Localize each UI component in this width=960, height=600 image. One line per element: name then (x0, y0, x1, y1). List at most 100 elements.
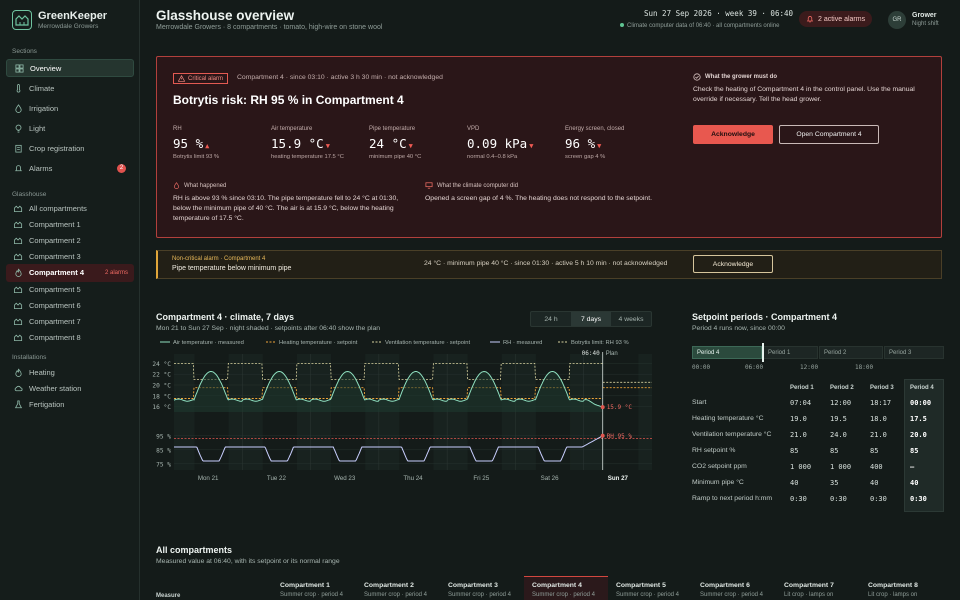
range-7-days[interactable]: 7 days (571, 312, 611, 326)
setpoint-cell[interactable]: 1 000 (790, 463, 811, 471)
range-4-weeks[interactable]: 4 weeks (611, 312, 651, 326)
setpoint-cell[interactable]: 1 000 (830, 463, 851, 471)
trend-arrow-icon: ▼ (408, 142, 413, 150)
compartment-column-header[interactable]: Compartment 3 (448, 582, 498, 589)
sidebar-item-compartment-7[interactable]: Compartment 7 (6, 312, 134, 330)
setpoint-cell[interactable]: 24.0 (830, 431, 847, 439)
metric-air-temperature: Air temperature 15.9 °C ▼ heating temperatu… (271, 126, 344, 160)
sidebar-item-label: Irrigation (29, 103, 59, 113)
timeline-period-2[interactable]: Period 2 (819, 346, 883, 359)
avatar[interactable]: GR (888, 11, 906, 29)
setpoint-cell[interactable]: 21.0 (790, 431, 807, 439)
sidebar-item-light[interactable]: Light (6, 119, 134, 137)
non-critical-alarm-card: Non-critical alarm · Compartment 4 Pipe … (156, 250, 942, 279)
setpoint-cell[interactable]: 85 (910, 447, 918, 455)
compartment-column-header[interactable]: Compartment 5 (616, 582, 666, 589)
sidebar: GreenKeeper Merrowdale Growers Sections … (0, 0, 140, 600)
setpoint-cell[interactable]: 85 (790, 447, 798, 455)
timeline-period-3[interactable]: Period 3 (884, 346, 944, 359)
setpoint-cell[interactable]: 0:30 (910, 495, 927, 503)
flame-icon (15, 368, 22, 377)
compartment-column-header[interactable]: Compartment 2 (364, 582, 414, 589)
range-24-h[interactable]: 24 h (531, 312, 571, 326)
period-column-header: Period 2 (830, 385, 854, 391)
timeline-time-label: 06:00 (745, 364, 764, 371)
alarm-count-badge: 2 (117, 163, 126, 173)
setpoint-cell[interactable]: 19.0 (790, 415, 807, 423)
brand-name: GreenKeeper (38, 10, 108, 22)
setpoint-cell[interactable]: 85 (830, 447, 838, 455)
timeline-now-marker (762, 343, 764, 362)
installations-heading: Installations (12, 354, 47, 361)
legend-item: Ventilation temperature · setpoint (372, 340, 470, 346)
plan-label: Plan (606, 351, 618, 357)
sidebar-item-alarms[interactable]: Alarms 2 (6, 159, 134, 177)
user-name: Grower (912, 12, 937, 19)
open-compartment-4-button[interactable]: Open Compartment 4 (779, 125, 879, 144)
sidebar-item-irrigation[interactable]: Irrigation (6, 99, 134, 117)
compartment-crop-state: Summer crop · period 4 (532, 592, 596, 598)
climate-computer-status-text: Climate computer data of 06:40 · all com… (627, 23, 780, 29)
setpoint-cell[interactable]: 18.0 (870, 415, 887, 423)
critical-alarm-card: Critical alarm Compartment 4 · since 03:… (156, 56, 942, 238)
now-label: 06:40 (582, 350, 600, 357)
chart-subtitle: Mon 21 to Sun 27 Sep · night shaded · se… (156, 325, 381, 332)
sidebar-item-compartment-8[interactable]: Compartment 8 (6, 329, 134, 347)
temp-tick-label: 18 °C (152, 392, 171, 400)
sidebar-item-overview[interactable]: Overview (6, 59, 134, 77)
compartment-column-header[interactable]: Compartment 6 (700, 582, 750, 589)
compartment-column-header[interactable]: Compartment 7 (784, 582, 834, 589)
setpoint-cell[interactable]: 00:00 (910, 399, 931, 407)
setpoint-cell[interactable]: 0:30 (870, 495, 887, 503)
setpoint-cell[interactable]: 12:00 (830, 399, 851, 407)
setpoint-cell[interactable]: 07:04 (790, 399, 811, 407)
timeline-period-4[interactable]: Period 4 (692, 346, 762, 359)
computer-did-heading: What the climate computer did (425, 182, 518, 189)
brand[interactable]: GreenKeeper Merrowdale Growers (12, 10, 107, 30)
setpoint-cell[interactable]: 40 (790, 479, 798, 487)
setpoint-row-label: Ventilation temperature °C (692, 431, 772, 438)
timeline-time-label: 12:00 (800, 364, 819, 371)
legend-label: Heating temperature · setpoint (279, 340, 358, 346)
trend-arrow-icon: ▼ (529, 142, 534, 150)
flame-icon (14, 253, 23, 261)
setpoint-cell[interactable]: 18:17 (870, 399, 891, 407)
sidebar-item-compartment-3[interactable]: Compartment 3 (6, 248, 134, 266)
active-alarms-button[interactable]: 2 active alarms (799, 11, 873, 27)
sidebar-item-crop-registration[interactable]: Crop registration (6, 139, 134, 157)
x-tick-label: Fri 25 (473, 475, 489, 482)
sidebar-item-label: Heating (29, 367, 55, 377)
setpoint-cell[interactable]: 40 (910, 479, 918, 487)
acknowledge-non-critical-button[interactable]: Acknowledge (693, 255, 773, 273)
period-column-header: Period 1 (790, 385, 814, 391)
setpoint-cell[interactable]: 20.0 (910, 431, 927, 439)
setpoint-cell[interactable]: 19.5 (830, 415, 847, 423)
setpoint-cell[interactable]: 0:30 (830, 495, 847, 503)
sidebar-item-compartment-2[interactable]: Compartment 2 (6, 231, 134, 249)
setpoint-cell[interactable]: 17.5 (910, 415, 927, 423)
legend-item: Botrytis limit: RH 93 % (558, 340, 629, 346)
setpoint-cell[interactable]: 85 (870, 447, 878, 455)
sidebar-item-fertigation[interactable]: Fertigation (6, 395, 134, 413)
setpoint-cell[interactable]: 0:30 (790, 495, 807, 503)
metric-value-row: 95 % ▲ (173, 136, 219, 151)
compartment-column-header[interactable]: Compartment 8 (868, 582, 918, 589)
air-now-point (600, 405, 605, 410)
setpoint-cell[interactable]: 400 (870, 463, 883, 471)
sidebar-item-climate[interactable]: Climate (6, 79, 134, 97)
acknowledge-critical-button[interactable]: Acknowledge (693, 125, 773, 144)
critical-alarm-meta: Compartment 4 · since 03:10 · active 3 h… (237, 74, 443, 81)
compartment-column-header[interactable]: Compartment 1 (280, 582, 330, 589)
setpoint-cell[interactable]: 35 (830, 479, 838, 487)
timeline-period-1[interactable]: Period 1 (763, 346, 818, 359)
setpoint-cell[interactable]: 40 (870, 479, 878, 487)
metric-value: 24 °C (369, 136, 407, 151)
legend-label: Botrytis limit: RH 93 % (571, 340, 629, 346)
sections-heading: Sections (12, 48, 37, 55)
metric-value-row: 0.09 kPa ▼ (467, 136, 533, 151)
metric-label: RH (173, 126, 182, 132)
compartment-column-header[interactable]: Compartment 4 (532, 582, 582, 589)
setpoint-cell[interactable]: 21.0 (870, 431, 887, 439)
legend-item: Heating temperature · setpoint (266, 340, 358, 346)
setpoint-cell[interactable]: – (910, 463, 914, 471)
